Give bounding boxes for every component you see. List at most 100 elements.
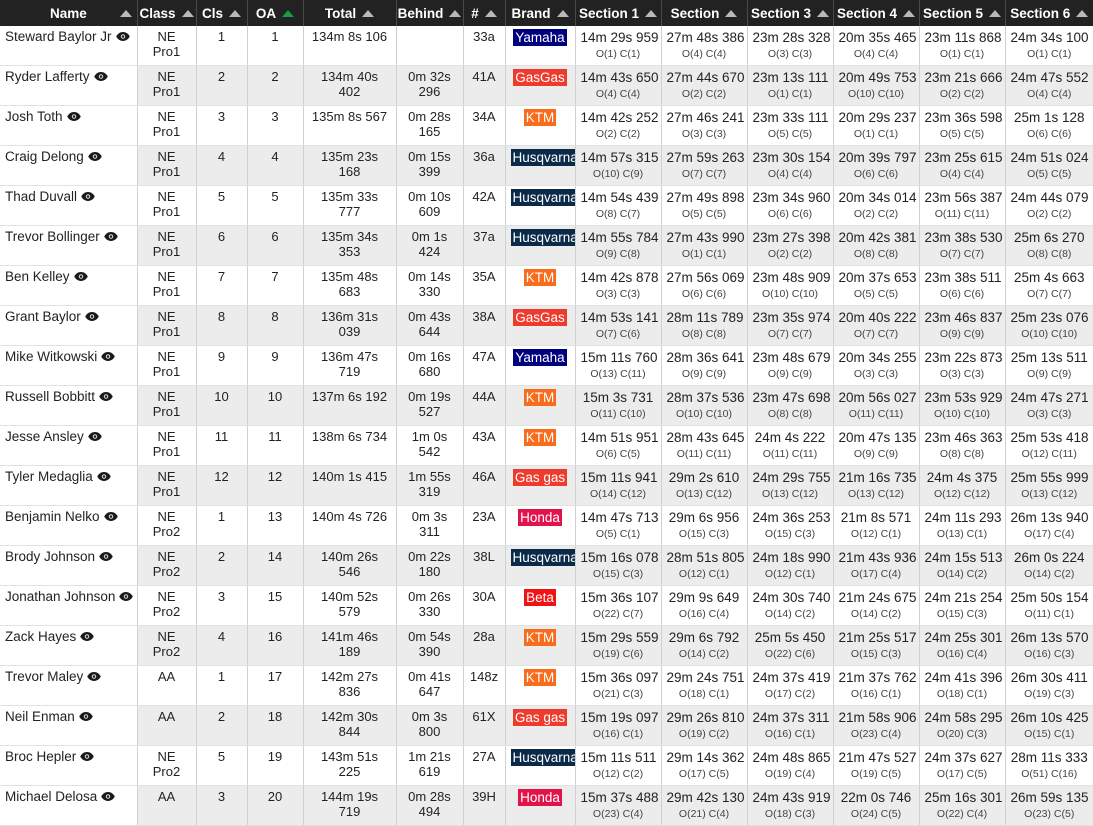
triangle-up-icon[interactable] [282, 9, 295, 17]
section-rank: O(3) C(3) [1027, 408, 1072, 420]
table-row[interactable]: Ryder Lafferty NE Pro1 2 2 134m 40s 402 0m 32… [0, 65, 1093, 106]
triangle-up-icon[interactable] [229, 9, 241, 17]
table-row[interactable]: Josh Toth NE Pro1 3 3 135m 8s 567 0m 28s 165 3… [0, 105, 1093, 146]
table-row[interactable]: Grant Baylor NE Pro1 8 8 136m 31s 039 0m 43s … [0, 305, 1093, 346]
cell-class-value: NE Pro1 [152, 469, 181, 499]
cell-class-position-value: 9 [217, 349, 226, 364]
cell-class-value: NE Pro2 [152, 509, 181, 539]
table-row[interactable]: Michael Delosa AA 3 20 144m 19s 719 0m 28s 49… [0, 785, 1093, 826]
cell-rider-number-value: 28a [473, 629, 495, 644]
cell-total-time: 143m 51s 225 [303, 745, 397, 786]
eye-icon[interactable] [80, 751, 95, 762]
eye-icon[interactable] [81, 191, 95, 202]
table-row[interactable]: Brody Johnson NE Pro2 2 14 140m 26s 546 0m 22… [0, 545, 1093, 586]
eye-icon[interactable] [104, 231, 118, 242]
table-row[interactable]: Tyler Medaglia NE Pro1 12 12 140m 1s 415 1m 5… [0, 465, 1093, 506]
cell-section-3: 23m 48s 909 O(10) C(10) [747, 265, 834, 306]
triangle-up-icon[interactable] [556, 9, 569, 17]
column-header-section2[interactable]: Section [661, 0, 748, 26]
table-row[interactable]: Trevor Maley AA 1 17 142m 27s 836 0m 41s 647 1… [0, 665, 1093, 706]
column-header-inner: Section 3 [751, 6, 830, 21]
eye-icon[interactable] [115, 31, 130, 42]
eye-icon[interactable] [99, 551, 113, 562]
section-time: 25m 4s 663 [1013, 270, 1085, 285]
eye-icon[interactable] [73, 271, 88, 282]
cell-rider-number: 27A [463, 745, 506, 786]
table-row[interactable]: Trevor Bollinger NE Pro1 6 6 135m 34s 353 0m … [0, 225, 1093, 266]
eye-icon[interactable] [97, 471, 111, 482]
table-row[interactable]: Jesse Ansley NE Pro1 11 11 138m 6s 734 1m 0s … [0, 425, 1093, 466]
eye-icon[interactable] [79, 711, 93, 722]
cell-class: NE Pro1 [137, 26, 197, 66]
table-row[interactable]: Broc Hepler NE Pro2 5 19 143m 51s 225 1m 21s … [0, 745, 1093, 786]
triangle-up-icon[interactable] [449, 9, 462, 17]
column-header-section1[interactable]: Section 1 [575, 0, 662, 26]
cell-section-1: 15m 16s 078 O(15) C(3) [575, 545, 662, 586]
eye-icon[interactable] [103, 511, 118, 522]
eye-icon[interactable] [99, 391, 113, 402]
column-header-class[interactable]: Class [137, 0, 197, 26]
column-header-section4[interactable]: Section 4 [833, 0, 920, 26]
table-row[interactable]: Steward Baylor Jr NE Pro1 1 1 134m 8s 106 33a… [0, 26, 1093, 66]
column-header-section6[interactable]: Section 6 [1005, 0, 1093, 26]
cell-rider-number-value: 39H [472, 789, 496, 804]
section-rank: O(19) C(6) [592, 648, 644, 660]
triangle-up-icon[interactable] [817, 9, 830, 17]
brand-badge: KTM [523, 669, 557, 686]
eye-icon[interactable] [101, 791, 116, 802]
eye-icon[interactable] [101, 351, 116, 362]
brand-badge: Gas gas [512, 469, 568, 486]
column-header-name[interactable]: Name [0, 0, 138, 26]
eye-icon[interactable] [93, 71, 108, 82]
cell-overall-position-value: 6 [271, 229, 279, 244]
eye-icon[interactable] [88, 431, 102, 442]
table-row[interactable]: Benjamin Nelko NE Pro2 1 13 140m 4s 726 0m 3s… [0, 505, 1093, 546]
cell-section-2: 29m 24s 751 O(18) C(1) [661, 665, 748, 706]
eye-icon[interactable] [87, 671, 102, 682]
triangle-up-icon[interactable] [989, 9, 1002, 17]
cell-class: NE Pro2 [137, 545, 197, 586]
column-header-section5[interactable]: Section 5 [919, 0, 1006, 26]
table-row[interactable]: Jonathan Johnson NE Pro2 3 15 140m 52s 579 0m… [0, 585, 1093, 626]
section-time: 24m 37s 419 [752, 670, 831, 685]
triangle-up-icon[interactable] [903, 9, 916, 17]
table-row[interactable]: Zack Hayes NE Pro2 4 16 141m 46s 189 0m 54s 3… [0, 625, 1093, 666]
cell-rider-name: Ryder Lafferty [0, 65, 138, 106]
rider-name-label: Jesse Ansley [5, 429, 84, 444]
table-row[interactable]: Neil Enman AA 2 18 142m 30s 844 0m 3s 800 61X G… [0, 705, 1093, 746]
cell-rider-number-value: 35A [472, 269, 496, 284]
table-row[interactable]: Ben Kelley NE Pro1 7 7 135m 48s 683 0m 14s 33… [0, 265, 1093, 306]
eye-icon[interactable] [88, 151, 102, 162]
eye-icon[interactable] [85, 311, 99, 322]
header-row: Name Class Cls OA Total Behind # Brand Section 1… [0, 0, 1093, 26]
column-header-cls[interactable]: Cls [196, 0, 248, 26]
table-row[interactable]: Thad Duvall NE Pro1 5 5 135m 33s 777 0m 10s 6… [0, 185, 1093, 226]
column-header-behind[interactable]: Behind [396, 0, 464, 26]
table-row[interactable]: Craig Delong NE Pro1 4 4 135m 23s 168 0m 15s … [0, 145, 1093, 186]
triangle-up-icon[interactable] [645, 9, 658, 17]
column-header-oa[interactable]: OA [247, 0, 304, 26]
cell-section-1: 15m 29s 559 O(19) C(6) [575, 625, 662, 666]
cell-section-3: 24m 36s 253 O(15) C(3) [747, 505, 834, 546]
triangle-up-icon[interactable] [362, 9, 375, 17]
column-header-num[interactable]: # [463, 0, 506, 26]
column-header-brand[interactable]: Brand [505, 0, 576, 26]
triangle-up-icon[interactable] [725, 9, 738, 17]
triangle-up-icon[interactable] [484, 9, 497, 17]
eye-icon[interactable] [119, 591, 134, 602]
cell-total-time: 142m 30s 844 [303, 705, 397, 746]
eye-icon[interactable] [66, 111, 81, 122]
table-row[interactable]: Mike Witkowski NE Pro1 9 9 136m 47s 719 0m 16… [0, 345, 1093, 386]
cell-class-position: 10 [196, 385, 248, 426]
triangle-up-icon[interactable] [119, 9, 132, 17]
eye-icon[interactable] [80, 631, 95, 642]
section-rank: O(18) C(3) [764, 808, 816, 820]
section-time: 21m 37s 762 [838, 670, 917, 685]
column-header-total[interactable]: Total [303, 0, 397, 26]
cell-class-value: NE Pro2 [152, 549, 181, 579]
table-row[interactable]: Russell Bobbitt NE Pro1 10 10 137m 6s 192 0m … [0, 385, 1093, 426]
triangle-up-icon[interactable] [1076, 9, 1089, 17]
triangle-up-icon[interactable] [181, 9, 194, 17]
cell-total-time-value: 143m 51s 225 [320, 749, 379, 779]
column-header-section3[interactable]: Section 3 [747, 0, 834, 26]
